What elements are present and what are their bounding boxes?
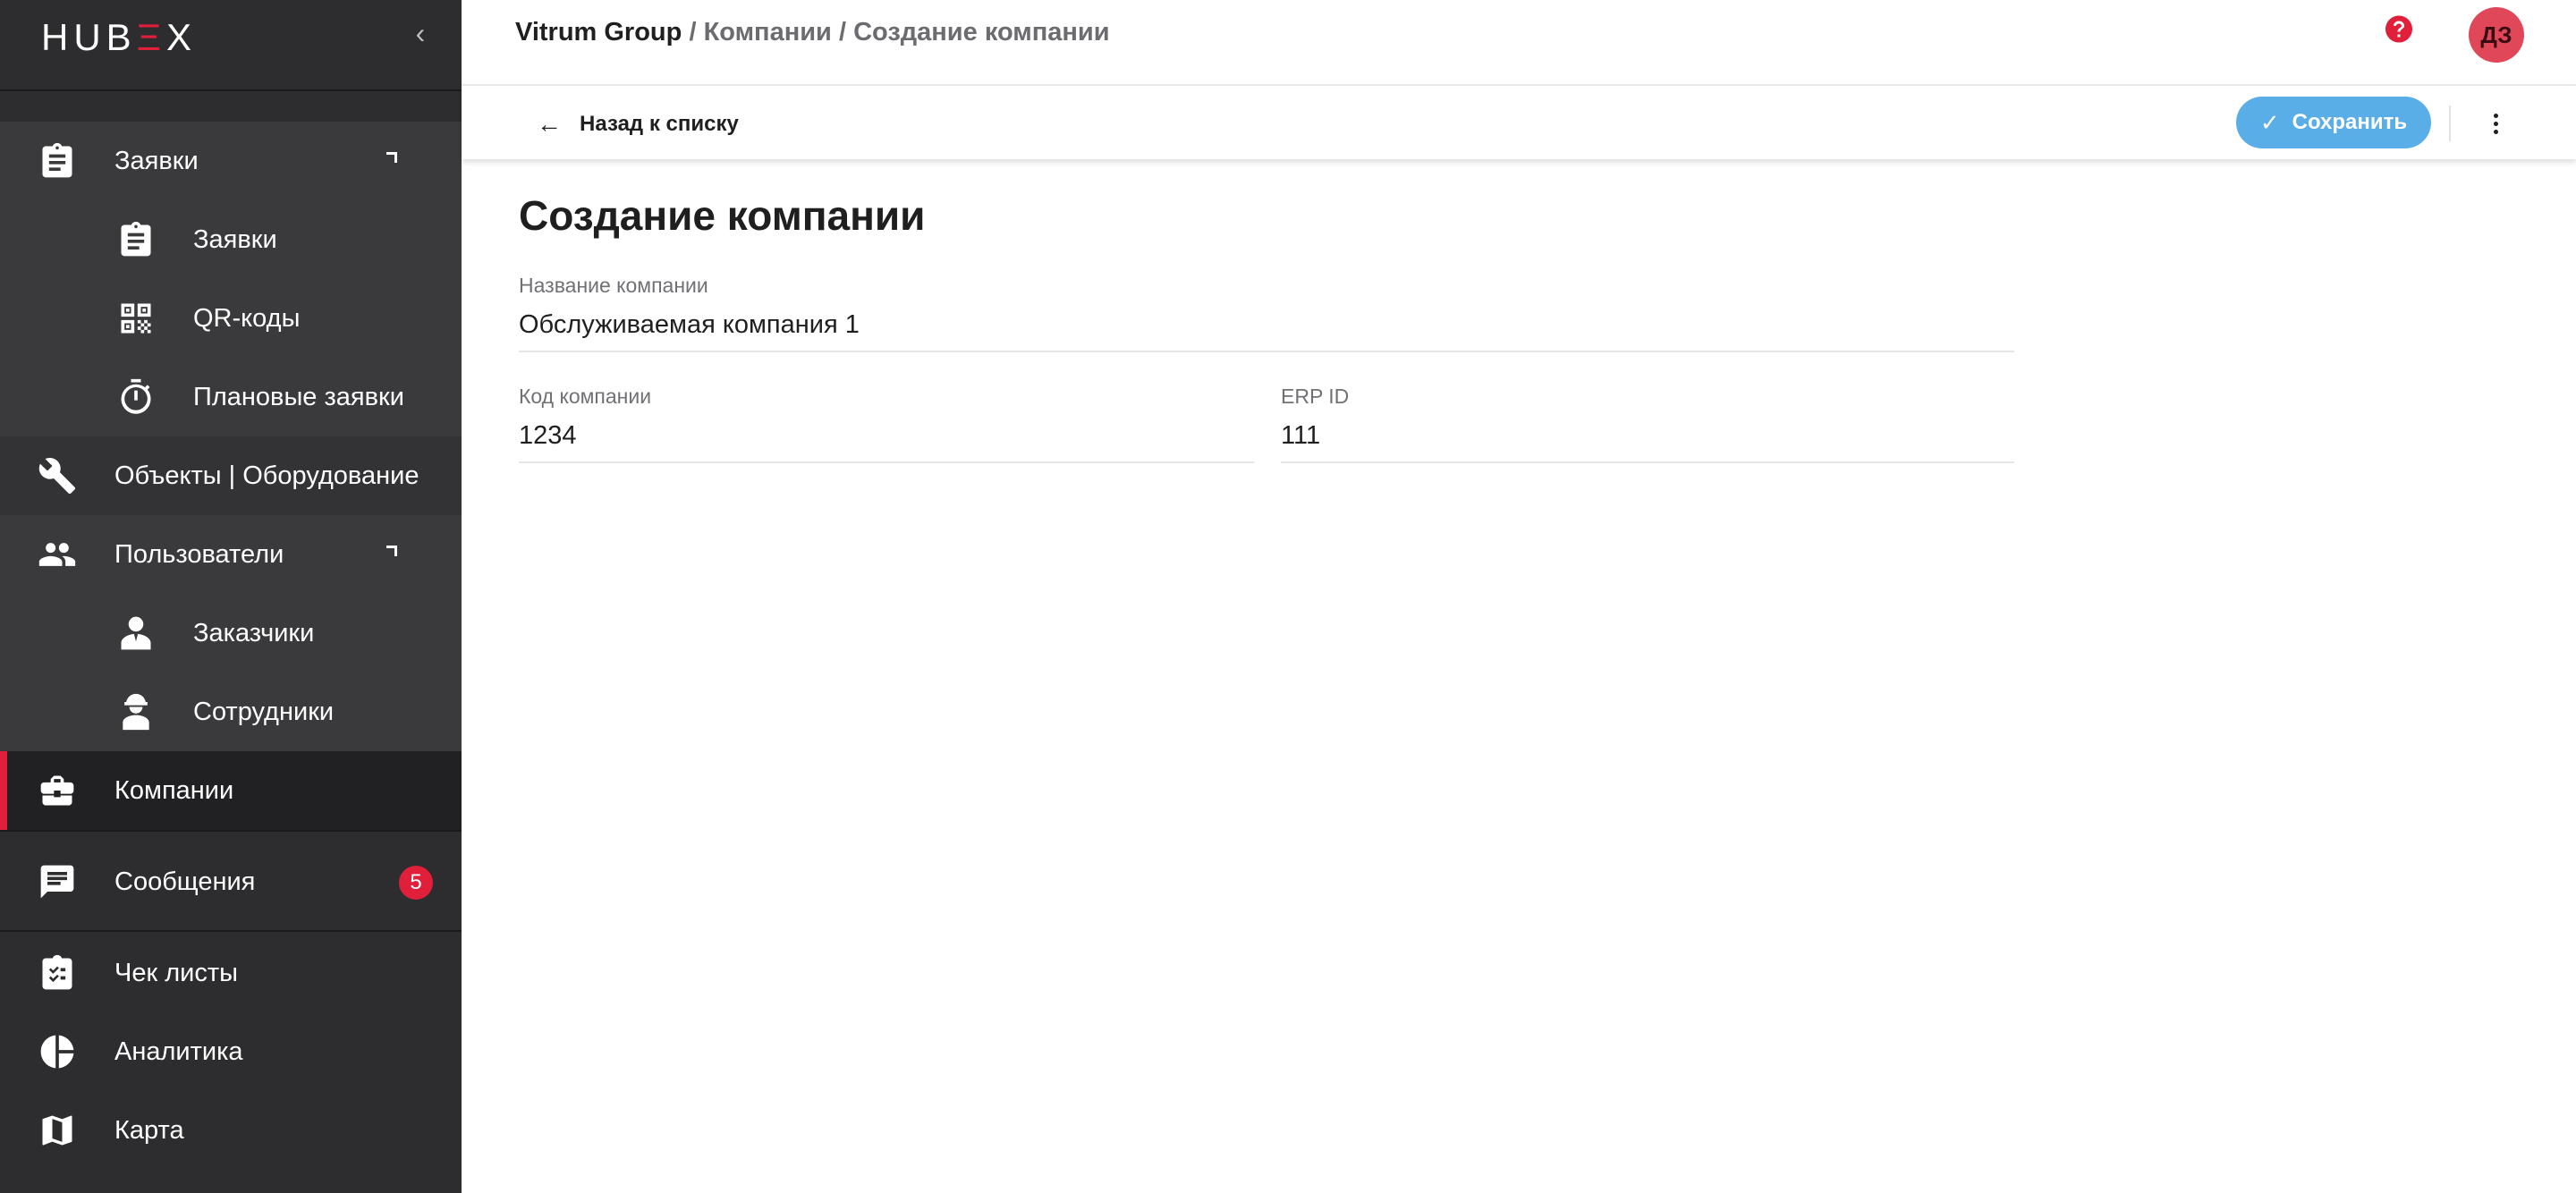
sidebar-item-planned-requests[interactable]: Плановые заявки [0, 358, 462, 436]
sidebar-item-label: Чек листы [114, 958, 238, 987]
sidebar-item-label: Сообщения [114, 867, 256, 896]
pie-chart-icon [38, 1032, 77, 1071]
sidebar-item-checklists[interactable]: Чек листы [0, 934, 462, 1012]
sidebar-item-qr-codes[interactable]: QR-коды [0, 279, 462, 358]
erp-id-label: ERP ID [1281, 385, 1350, 408]
help-icon[interactable] [2383, 14, 2415, 47]
breadcrumb-section[interactable]: Компании [704, 18, 832, 47]
chevron-up-icon [386, 152, 397, 163]
sidebar-item-companies[interactable]: Компании [0, 751, 462, 830]
company-name-field: Название компании [519, 274, 2014, 352]
sidebar-item-label: Пользователи [114, 539, 284, 569]
sidebar-item-label: Плановые заявки [193, 382, 404, 411]
more-options-icon[interactable] [2487, 106, 2504, 141]
breadcrumb-separator: / [838, 18, 854, 47]
clipboard-icon [116, 220, 156, 259]
sidebar-item-label: Заявки [193, 224, 277, 254]
toolbar-divider [2449, 106, 2451, 141]
qr-code-icon [116, 299, 156, 338]
sidebar-item-messages[interactable]: Сообщения 5 [0, 842, 462, 921]
sidebar-item-requests[interactable]: Заявки [0, 200, 462, 279]
sidebar-divider [0, 830, 462, 832]
sidebar-item-analytics[interactable]: Аналитика [0, 1012, 462, 1091]
sidebar-group-users: Пользователи Заказчики Сотрудники [0, 515, 462, 751]
erp-id-input[interactable] [1281, 409, 2014, 463]
worker-icon [116, 692, 156, 732]
arrow-left-icon: ← [537, 110, 562, 138]
sidebar-item-users[interactable]: Пользователи [0, 515, 462, 594]
chevron-left-icon[interactable]: ‹ [408, 18, 433, 48]
sidebar: HUBΞX ‹ Заявки Заявки QR-коды Плановые з… [0, 0, 462, 1193]
sidebar-item-employees[interactable]: Сотрудники [0, 673, 462, 751]
sidebar-item-requests-group[interactable]: Заявки [0, 122, 462, 200]
breadcrumb-separator: / [689, 18, 704, 47]
erp-id-field: ERP ID [1281, 385, 2014, 463]
map-icon [38, 1111, 77, 1150]
wrench-icon [38, 456, 77, 495]
sidebar-divider [0, 930, 462, 932]
sidebar-item-label: Компании [114, 775, 234, 805]
message-icon [38, 862, 77, 901]
breadcrumb: Vitrum Group / Компании / Создание компа… [515, 18, 1110, 47]
breadcrumb-current: Создание компании [853, 18, 1110, 47]
company-code-input[interactable] [519, 409, 1254, 463]
action-bar: ← Назад к списку ✓ Сохранить [462, 88, 2576, 159]
unread-count-badge: 5 [399, 866, 433, 900]
timer-icon [116, 377, 156, 417]
chevron-up-icon [386, 546, 397, 556]
app-logo[interactable]: HUBΞX [41, 16, 197, 59]
page-title: Создание компании [519, 192, 926, 239]
sidebar-item-label: Заявки [114, 146, 199, 175]
briefcase-icon [38, 771, 77, 810]
company-name-input[interactable] [519, 298, 2014, 352]
customer-icon [116, 613, 156, 653]
active-indicator [0, 751, 7, 830]
sidebar-group-requests: Заявки Заявки QR-коды Плановые заявки [0, 122, 462, 436]
save-button[interactable]: ✓ Сохранить [2236, 97, 2431, 148]
company-code-field: Код компании [519, 385, 1254, 463]
sidebar-item-label: Объекты | Оборудование [114, 461, 419, 490]
checklist-icon [38, 953, 77, 993]
sidebar-item-label: Заказчики [193, 618, 315, 647]
save-button-label: Сохранить [2292, 110, 2408, 134]
sidebar-item-label: QR-коды [193, 303, 301, 333]
breadcrumb-root[interactable]: Vitrum Group [515, 18, 682, 47]
sidebar-item-label: Аналитика [114, 1036, 243, 1066]
clipboard-icon [38, 141, 77, 181]
users-icon [38, 535, 77, 574]
avatar[interactable]: ДЗ [2469, 7, 2524, 63]
sidebar-item-map[interactable]: Карта [0, 1091, 462, 1170]
top-header: Vitrum Group / Компании / Создание компа… [462, 0, 2576, 86]
company-code-label: Код компании [519, 385, 652, 408]
back-to-list-button[interactable]: ← Назад к списку [537, 109, 739, 140]
check-icon: ✓ [2259, 108, 2280, 136]
back-to-list-label: Назад к списку [580, 112, 739, 136]
company-name-label: Название компании [519, 274, 708, 297]
sidebar-item-label: Карта [114, 1115, 184, 1145]
sidebar-item-label: Сотрудники [193, 697, 335, 726]
sidebar-item-objects[interactable]: Объекты | Оборудование [0, 436, 462, 515]
sidebar-header: HUBΞX ‹ [0, 0, 462, 91]
sidebar-item-customers[interactable]: Заказчики [0, 594, 462, 673]
